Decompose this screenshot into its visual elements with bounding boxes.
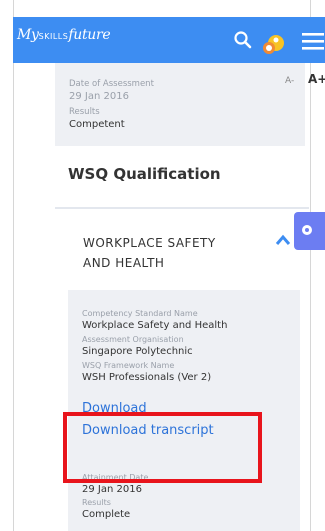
hamburger-menu-icon[interactable]: [302, 31, 325, 51]
competency-standard-label: Competency Standard Name: [82, 309, 198, 318]
attainment-info: Attainment Date 29 Jan 2016 Results Comp…: [82, 473, 148, 522]
download-transcript-link[interactable]: Download transcript: [82, 420, 300, 442]
logo-prefix: My: [17, 27, 39, 43]
date-of-assessment-value: 29 Jan 2016: [69, 91, 129, 102]
results-label-2: Results: [82, 498, 111, 507]
qualification-item-title: WORKPLACE SAFETY AND HEALTH: [83, 236, 216, 270]
chevron-up-icon[interactable]: [275, 234, 291, 246]
wsq-framework-value: WSH Professionals (Ver 2): [82, 372, 212, 383]
results-label: Results: [69, 107, 100, 117]
avatar[interactable]: [261, 33, 285, 57]
wsq-framework-label: WSQ Framework Name: [82, 361, 175, 370]
decrease-font-button[interactable]: A-: [285, 76, 294, 86]
feedback-side-tab[interactable]: [294, 212, 325, 250]
logo-caps: SKILLS: [38, 32, 69, 41]
qualification-accordion-header[interactable]: WORKPLACE SAFETY AND HEALTH: [55, 209, 309, 287]
top-navbar: MySKILLSfuture: [13, 17, 325, 63]
results-value: Competent: [69, 119, 125, 130]
wsq-qualification-title: WSQ Qualification: [68, 165, 221, 183]
competency-standard-value: Workplace Safety and Health: [82, 320, 228, 331]
results-value-2: Complete: [82, 509, 131, 520]
assessment-organisation-value: Singapore Polytechnic: [82, 346, 193, 357]
attainment-date-value: 29 Jan 2016: [82, 484, 142, 495]
increase-font-button[interactable]: A+: [308, 72, 325, 86]
search-icon[interactable]: [233, 30, 253, 50]
font-size-controls: A- A+: [55, 63, 325, 91]
myskillsfuture-logo[interactable]: MySKILLSfuture: [17, 27, 111, 43]
logo-suffix: future: [68, 27, 111, 43]
toggle-circle-icon: [302, 225, 312, 235]
attainment-date-label: Attainment Date: [82, 473, 149, 482]
assessment-organisation-label: Assessment Organisation: [82, 335, 184, 344]
download-link[interactable]: Download: [82, 398, 300, 420]
